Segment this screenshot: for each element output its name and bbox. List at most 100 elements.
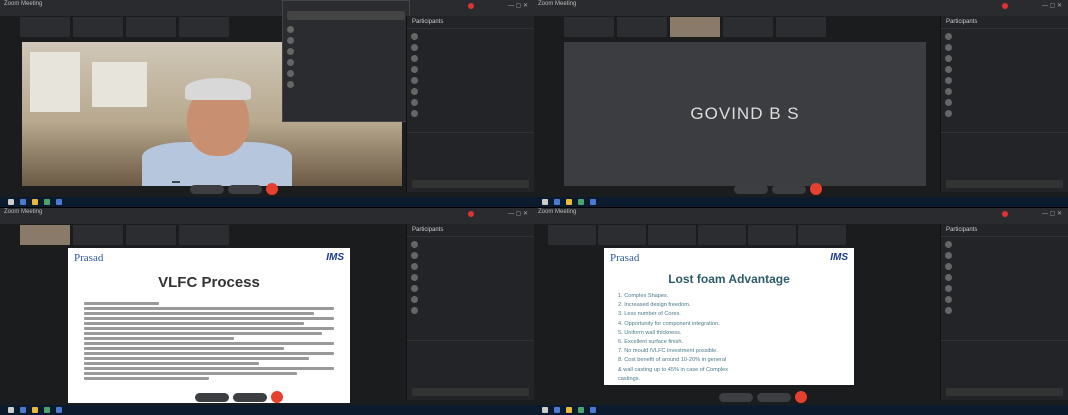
video-button[interactable]: [757, 392, 791, 402]
video-thumbnail[interactable]: [179, 225, 229, 245]
list-item: 7. No mould /VLFC investment possible.: [618, 348, 718, 355]
taskbar-app-icon[interactable]: [20, 199, 26, 205]
browser-icon[interactable]: [590, 199, 596, 205]
participant-row[interactable]: [411, 53, 530, 64]
mute-button[interactable]: [195, 392, 229, 402]
participant-row[interactable]: [945, 261, 1064, 272]
participant-row[interactable]: [411, 250, 530, 261]
browser-icon[interactable]: [590, 407, 596, 413]
start-icon[interactable]: [8, 199, 14, 205]
start-icon[interactable]: [542, 199, 548, 205]
participant-row[interactable]: [411, 239, 530, 250]
taskbar-app-icon[interactable]: [44, 199, 50, 205]
participant-row[interactable]: [411, 31, 530, 42]
participant-row[interactable]: [945, 97, 1064, 108]
window-controls-icon[interactable]: — ▢ ✕: [1042, 210, 1062, 218]
list-item: 4. Opportunity for component integration…: [618, 320, 720, 327]
video-thumbnail[interactable]: [670, 17, 720, 37]
avatar: [945, 274, 952, 281]
participant-row[interactable]: [945, 250, 1064, 261]
chat-input[interactable]: [412, 388, 529, 396]
chat-input[interactable]: [946, 180, 1063, 188]
window-controls-icon[interactable]: — ▢ ✕: [1042, 2, 1062, 10]
video-thumbnail[interactable]: [20, 225, 70, 245]
taskbar-app-icon[interactable]: [578, 199, 584, 205]
taskbar-app-icon[interactable]: [554, 407, 560, 413]
folder-icon[interactable]: [32, 407, 38, 413]
participant-row[interactable]: [411, 75, 530, 86]
window-controls-icon[interactable]: — ▢ ✕: [508, 210, 528, 218]
participant-row[interactable]: [411, 294, 530, 305]
list-item[interactable]: [287, 68, 405, 79]
chat-input[interactable]: [412, 180, 529, 188]
participant-row[interactable]: [945, 239, 1064, 250]
participant-row[interactable]: [411, 261, 530, 272]
end-call-button[interactable]: [810, 183, 822, 195]
video-thumbnail[interactable]: [179, 17, 229, 37]
participant-row[interactable]: [411, 272, 530, 283]
participant-row[interactable]: [945, 53, 1064, 64]
participant-row[interactable]: [945, 86, 1064, 97]
end-call-button[interactable]: [271, 391, 283, 403]
video-thumbnail[interactable]: [648, 225, 696, 245]
video-button[interactable]: [772, 184, 806, 194]
video-thumbnail[interactable]: [617, 17, 667, 37]
participant-row[interactable]: [411, 42, 530, 53]
video-button[interactable]: [228, 184, 262, 194]
video-thumbnail[interactable]: [73, 225, 123, 245]
mute-button[interactable]: [190, 184, 224, 194]
participant-row[interactable]: [945, 305, 1064, 316]
video-thumbnail[interactable]: [20, 17, 70, 37]
participant-row[interactable]: [945, 31, 1064, 42]
participant-row[interactable]: [945, 272, 1064, 283]
window-controls-icon[interactable]: — ▢ ✕: [508, 2, 528, 10]
participant-row[interactable]: [411, 64, 530, 75]
participant-row[interactable]: [411, 86, 530, 97]
video-thumbnail[interactable]: [126, 17, 176, 37]
chat-input[interactable]: [946, 388, 1063, 396]
taskbar-app-icon[interactable]: [554, 199, 560, 205]
start-icon[interactable]: [8, 407, 14, 413]
list-item[interactable]: [287, 79, 405, 90]
video-thumbnail[interactable]: [126, 225, 176, 245]
participant-row[interactable]: [945, 294, 1064, 305]
video-thumbnail[interactable]: [564, 17, 614, 37]
list-item[interactable]: [287, 46, 405, 57]
mute-button[interactable]: [719, 392, 753, 402]
participant-row[interactable]: [945, 283, 1064, 294]
participant-row[interactable]: [945, 75, 1064, 86]
video-thumbnail[interactable]: [748, 225, 796, 245]
video-thumbnail[interactable]: [798, 225, 846, 245]
folder-icon[interactable]: [32, 199, 38, 205]
video-thumbnail[interactable]: [73, 17, 123, 37]
video-button[interactable]: [233, 392, 267, 402]
mute-button[interactable]: [734, 184, 768, 194]
participant-row[interactable]: [945, 108, 1064, 119]
participant-row[interactable]: [411, 108, 530, 119]
folder-icon[interactable]: [566, 407, 572, 413]
taskbar: [0, 405, 534, 415]
start-icon[interactable]: [542, 407, 548, 413]
list-item[interactable]: [287, 24, 405, 35]
video-thumbnail[interactable]: [723, 17, 773, 37]
participant-row[interactable]: [945, 64, 1064, 75]
list-item[interactable]: [287, 57, 405, 68]
folder-icon[interactable]: [566, 199, 572, 205]
video-thumbnail[interactable]: [698, 225, 746, 245]
participant-row[interactable]: [945, 42, 1064, 53]
browser-icon[interactable]: [56, 199, 62, 205]
taskbar-app-icon[interactable]: [578, 407, 584, 413]
participant-row[interactable]: [411, 97, 530, 108]
video-thumbnail[interactable]: [598, 225, 646, 245]
participant-row[interactable]: [411, 283, 530, 294]
end-call-button[interactable]: [795, 391, 807, 403]
participant-row[interactable]: [411, 305, 530, 316]
video-thumbnail[interactable]: [776, 17, 826, 37]
popup-search-input[interactable]: [287, 11, 405, 20]
video-thumbnail[interactable]: [548, 225, 596, 245]
list-item[interactable]: [287, 35, 405, 46]
browser-icon[interactable]: [56, 407, 62, 413]
end-call-button[interactable]: [266, 183, 278, 195]
taskbar-app-icon[interactable]: [20, 407, 26, 413]
taskbar-app-icon[interactable]: [44, 407, 50, 413]
